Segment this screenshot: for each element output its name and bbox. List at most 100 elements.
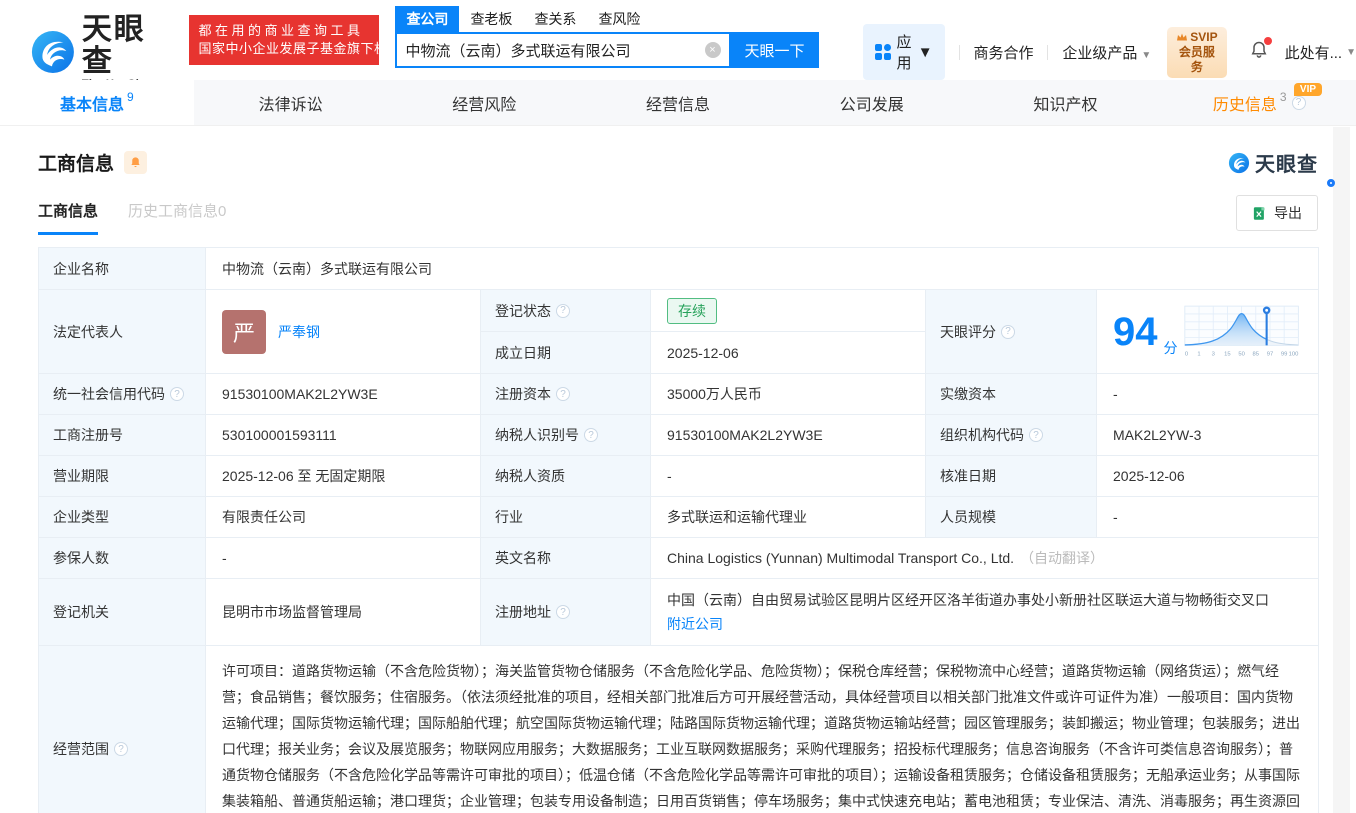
taxpayer-id-value: 91530100MAK2L2YW3E: [651, 415, 926, 456]
established-value: 2025-12-06: [651, 332, 926, 374]
field-label: 核准日期: [926, 456, 1097, 497]
chevron-down-icon: ▼: [918, 44, 933, 61]
promo-line1: 都在用的商业查询工具: [198, 22, 370, 40]
help-icon[interactable]: [556, 387, 570, 401]
reg-number-value: 530100001593111: [206, 415, 481, 456]
search-area: 查公司 查老板 查关系 查风险 天眼一下: [395, 8, 818, 68]
monitor-bell-button[interactable]: [124, 151, 147, 174]
apps-menu[interactable]: 应用 ▼: [863, 24, 945, 80]
svg-text:97: 97: [1266, 351, 1272, 357]
field-label-text: 组织机构代码: [940, 425, 1024, 445]
chevron-down-icon: ▼: [1346, 47, 1356, 58]
promo-line2: 国家中小企业发展子基金旗下机构: [198, 40, 370, 58]
help-icon[interactable]: [1292, 96, 1306, 110]
help-icon[interactable]: [1029, 428, 1043, 442]
notification-bell-button[interactable]: [1249, 40, 1269, 65]
search-tab-relation[interactable]: 查关系: [523, 6, 587, 32]
help-icon[interactable]: [114, 742, 128, 756]
uscc-value: 91530100MAK2L2YW3E: [206, 374, 481, 415]
field-label: 行业: [481, 497, 651, 538]
table-row: 登记机关 昆明市市场监督管理局 注册地址 中国（云南）自由贸易试验区昆明片区经开…: [39, 579, 1319, 646]
tab-label: 经营信息: [646, 91, 710, 115]
approval-date-value: 2025-12-06: [1097, 456, 1319, 497]
score-value: 94: [1113, 312, 1158, 352]
field-label: 登记机关: [39, 579, 206, 646]
score-cell: 94 分: [1097, 290, 1319, 374]
legal-rep-link[interactable]: 严奉钢: [278, 322, 320, 342]
score-unit: 分: [1164, 338, 1178, 358]
address-value: 中国（云南）自由贸易试验区昆明片区经开区洛羊街道办事处小新册社区联运大道与物畅街…: [667, 588, 1302, 612]
field-label: 营业期限: [39, 456, 206, 497]
svip-sublabel: 会员服务: [1176, 45, 1217, 75]
field-label-text: 天眼评分: [940, 322, 996, 342]
search-tab-boss[interactable]: 查老板: [459, 6, 523, 32]
insured-value: -: [206, 538, 481, 579]
subtab-business-info[interactable]: 工商信息: [38, 200, 98, 235]
help-icon[interactable]: [584, 428, 598, 442]
nav-enterprise-label: 企业级产品: [1062, 45, 1137, 62]
help-icon[interactable]: [1001, 325, 1015, 339]
clear-search-icon[interactable]: [705, 42, 721, 58]
svg-text:50: 50: [1238, 351, 1245, 357]
tianyancha-watermark: 天眼查: [1228, 148, 1318, 177]
tab-legal[interactable]: 法律诉讼: [194, 80, 388, 125]
svg-text:99: 99: [1280, 351, 1286, 357]
help-icon[interactable]: [556, 304, 570, 318]
tab-label: 公司发展: [840, 91, 904, 115]
logo-title: 天眼查: [82, 14, 178, 78]
svg-text:100: 100: [1288, 351, 1298, 357]
subtab-history-business-info[interactable]: 历史工商信息0: [128, 200, 226, 235]
tab-operating-risk[interactable]: 经营风险: [387, 80, 581, 125]
search-tab-company[interactable]: 查公司: [395, 6, 459, 32]
score-distribution-chart: 0 1 3 15 50 85 97 99 100: [1184, 300, 1303, 364]
svip-member-button[interactable]: SVIP 会员服务: [1167, 27, 1226, 78]
avatar[interactable]: 严: [222, 310, 266, 354]
user-menu[interactable]: 此处有... ▼: [1285, 42, 1356, 63]
field-label: 注册地址: [481, 579, 651, 646]
watermark-text: 天眼查: [1255, 148, 1318, 177]
tab-label: 法律诉讼: [259, 91, 323, 115]
table-row: 工商注册号 530100001593111 纳税人识别号 91530100MAK…: [39, 415, 1319, 456]
company-type-value: 有限责任公司: [206, 497, 481, 538]
field-label: 天眼评分: [926, 290, 1097, 374]
taxpayer-quality-value: -: [651, 456, 926, 497]
company-tab-bar: 基本信息9 法律诉讼 经营风险 经营信息 公司发展 知识产权 VIP 历史信息3: [0, 80, 1356, 126]
vip-badge: VIP: [1294, 83, 1322, 96]
business-term-value: 2025-12-06 至 无固定期限: [206, 456, 481, 497]
apps-grid-icon: [875, 44, 891, 60]
tianyancha-logo[interactable]: 天眼查 TianYanCha.com: [30, 14, 177, 90]
tab-operating-info[interactable]: 经营信息: [581, 80, 775, 125]
main-content: 工商信息 天眼查 工商信息 历史工商信息0: [0, 148, 1356, 813]
field-label: 企业名称: [39, 248, 206, 290]
table-row: 企业名称 中物流（云南）多式联运有限公司: [39, 248, 1319, 290]
field-label-text: 统一社会信用代码: [53, 384, 165, 404]
field-label: 登记状态: [481, 290, 651, 332]
tab-company-development[interactable]: 公司发展: [775, 80, 969, 125]
legal-rep-cell: 严 严奉钢: [206, 290, 481, 374]
tab-history-info[interactable]: VIP 历史信息3: [1162, 80, 1356, 125]
org-code-value: MAK2L2YW-3: [1097, 415, 1319, 456]
field-label: 经营范围: [39, 646, 206, 813]
search-button[interactable]: 天眼一下: [731, 32, 819, 68]
business-scope-value: 许可项目：道路货物运输（不含危险货物）；海关监管货物仓储服务（不含危险化学品、危…: [206, 646, 1319, 813]
company-name-value: 中物流（云南）多式联运有限公司: [206, 248, 1319, 290]
nearby-companies-link[interactable]: 附近公司: [667, 616, 723, 632]
nav-enterprise[interactable]: 企业级产品▼: [1062, 42, 1151, 63]
field-label: 纳税人资质: [481, 456, 651, 497]
field-label: 组织机构代码: [926, 415, 1097, 456]
table-row: 法定代表人 严 严奉钢 登记状态 存续 天眼评分 94 分: [39, 290, 1319, 332]
search-input[interactable]: [405, 42, 704, 59]
side-toolbar-dot-icon[interactable]: [1327, 179, 1335, 187]
right-side-rail: [1333, 127, 1350, 813]
nav-cooperation[interactable]: 商务合作: [973, 42, 1033, 63]
help-icon[interactable]: [556, 605, 570, 619]
help-icon[interactable]: [170, 387, 184, 401]
business-info-table: 企业名称 中物流（云南）多式联运有限公司 法定代表人 严 严奉钢 登记状态 存续…: [38, 247, 1319, 813]
field-label: 参保人数: [39, 538, 206, 579]
search-tab-risk[interactable]: 查风险: [587, 6, 651, 32]
export-button[interactable]: 导出: [1236, 195, 1318, 231]
tab-basic-info[interactable]: 基本信息9: [0, 80, 194, 125]
user-name: 此处有...: [1285, 42, 1343, 63]
tab-intellectual-property[interactable]: 知识产权: [969, 80, 1163, 125]
paid-capital-value: -: [1097, 374, 1319, 415]
